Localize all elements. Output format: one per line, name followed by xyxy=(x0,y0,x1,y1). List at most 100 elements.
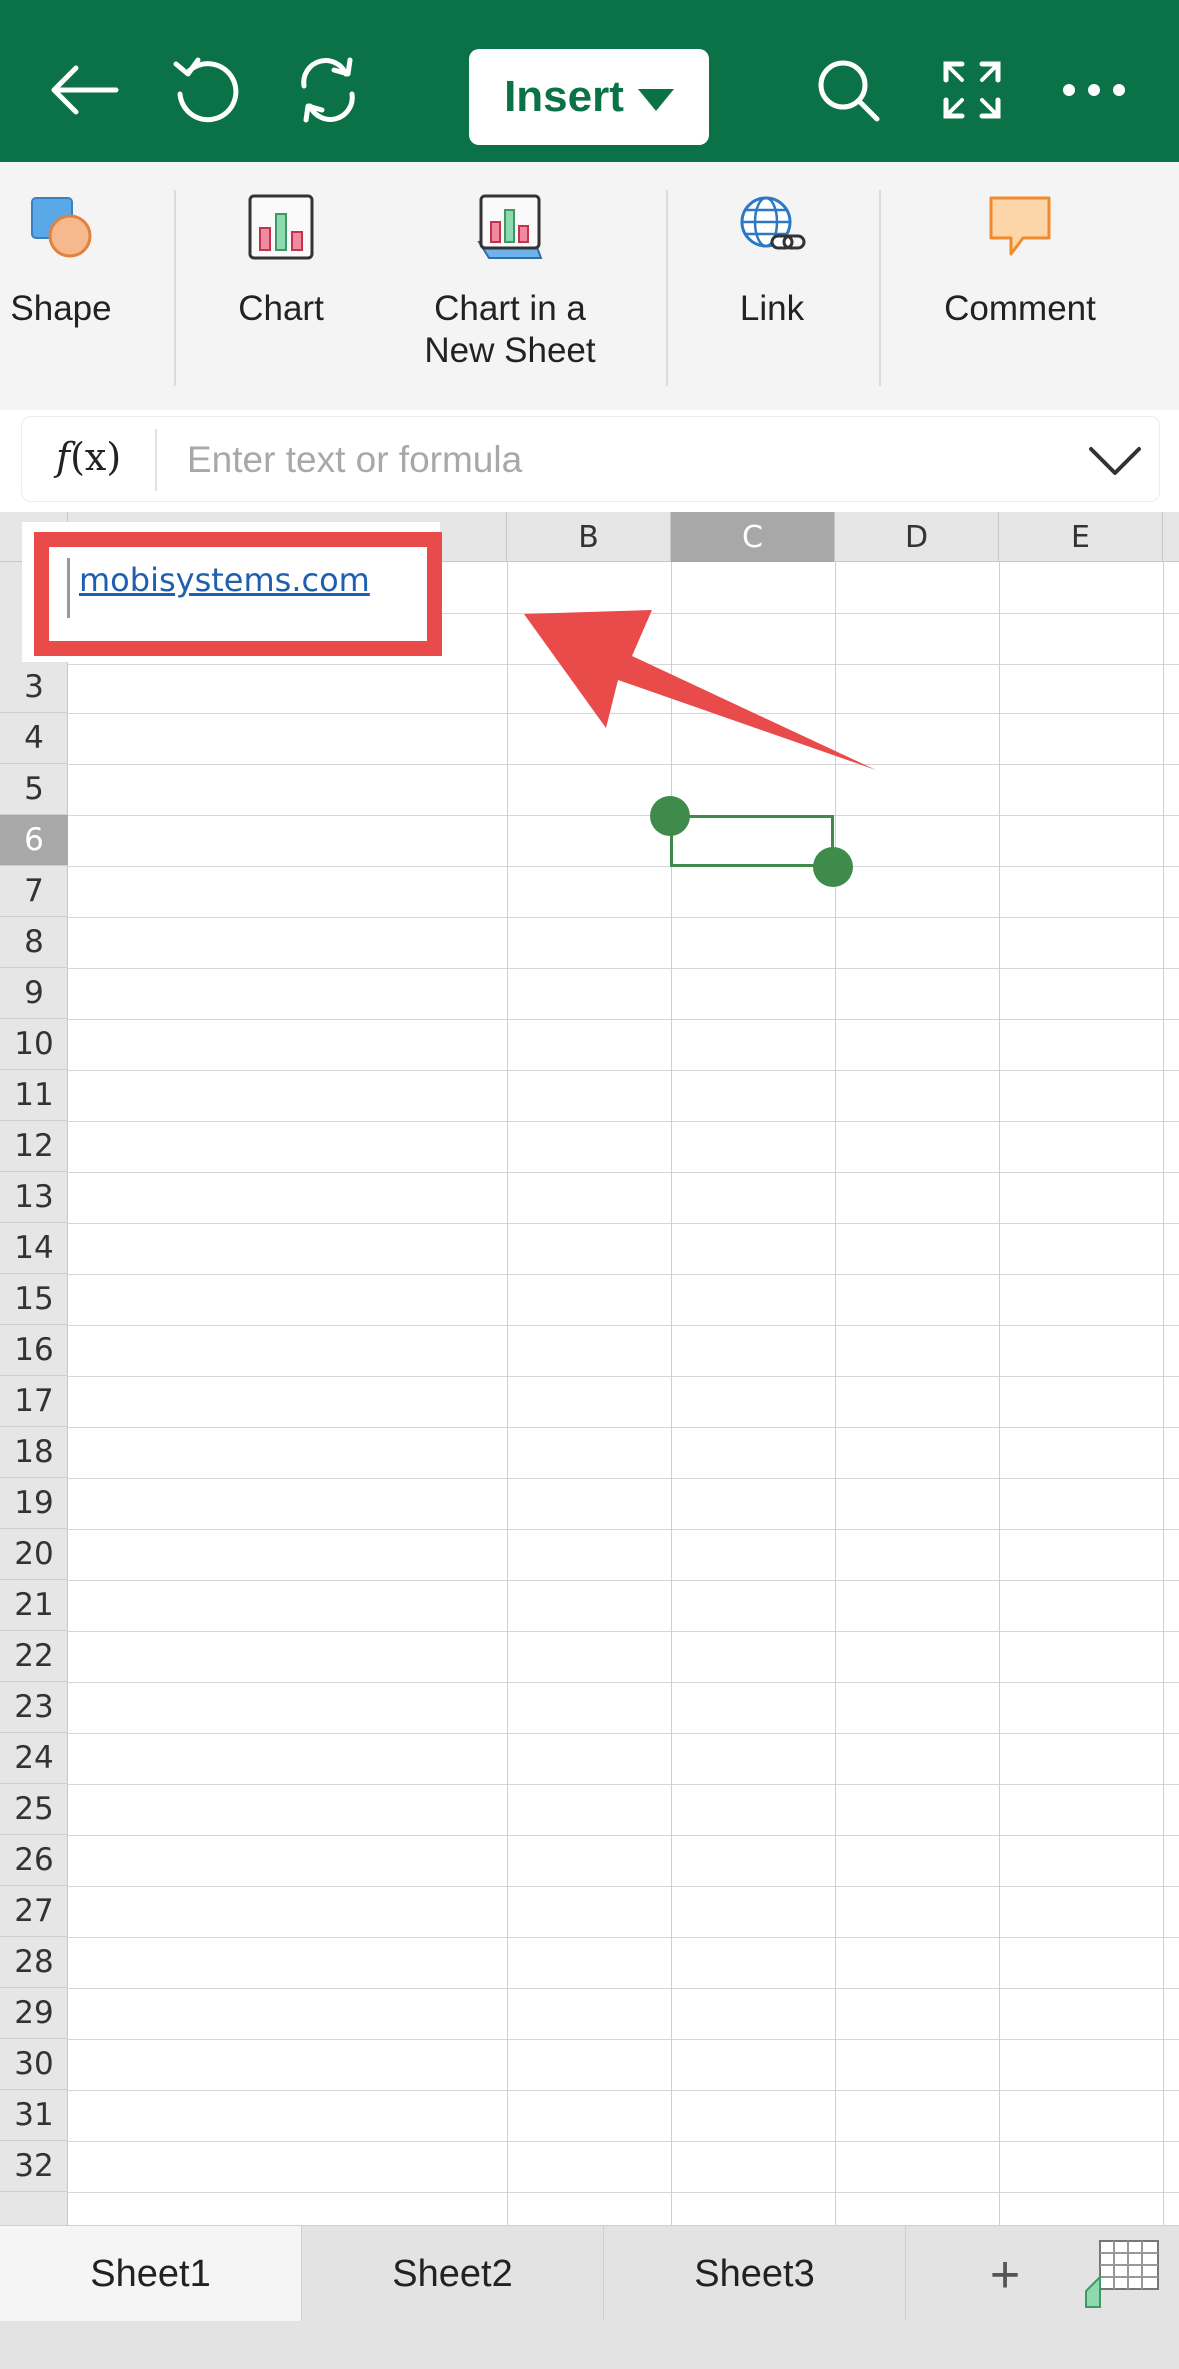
back-arrow-icon xyxy=(51,65,119,115)
undo-button[interactable] xyxy=(156,40,256,140)
row-gridline xyxy=(68,1631,1179,1632)
row-header-4[interactable]: 4 xyxy=(0,713,68,764)
row-header-10[interactable]: 10 xyxy=(0,1019,68,1070)
chart-new-sheet-icon xyxy=(477,194,543,259)
row-gridline xyxy=(68,1325,1179,1326)
row-gridline xyxy=(68,2039,1179,2040)
row-header-30[interactable]: 30 xyxy=(0,2039,68,2090)
hyperlink-text[interactable]: mobisystems.com xyxy=(79,561,370,599)
row-gridline xyxy=(68,1529,1179,1530)
more-button[interactable] xyxy=(1044,40,1144,140)
selected-cell-c6[interactable] xyxy=(670,815,834,867)
column-header-b[interactable]: B xyxy=(507,512,671,562)
sheet-tab-2[interactable]: Sheet2 xyxy=(302,2226,604,2322)
row-gridline xyxy=(68,1274,1179,1275)
row-header-3[interactable]: 3 xyxy=(0,662,68,713)
selection-handle-start[interactable] xyxy=(650,796,690,836)
row-header-26[interactable]: 26 xyxy=(0,1835,68,1886)
row-gridline xyxy=(68,1121,1179,1122)
row-gridline xyxy=(68,866,1179,867)
row-gridline xyxy=(68,1835,1179,1836)
row-gridline xyxy=(68,1988,1179,1989)
row-gridline xyxy=(68,1376,1179,1377)
row-header-12[interactable]: 12 xyxy=(0,1121,68,1172)
chart-icon xyxy=(248,194,314,260)
row-header-17[interactable]: 17 xyxy=(0,1376,68,1427)
insert-ribbon: Shape Chart Chart in a New Sheet Link Co… xyxy=(0,162,1179,410)
ribbon-label: Shape xyxy=(10,289,112,328)
row-header-24[interactable]: 24 xyxy=(0,1733,68,1784)
annotation-arrow-icon xyxy=(524,610,876,770)
row-header-16[interactable]: 16 xyxy=(0,1325,68,1376)
row-gridline xyxy=(68,1172,1179,1173)
row-header-23[interactable]: 23 xyxy=(0,1682,68,1733)
fullscreen-button[interactable] xyxy=(922,40,1022,140)
ribbon-chart-button[interactable]: Chart xyxy=(196,182,366,392)
grid-view-icon[interactable] xyxy=(1082,2237,1162,2311)
function-icon[interactable]: f(x) xyxy=(56,435,121,479)
row-header-32[interactable]: 32 xyxy=(0,2141,68,2192)
text-cursor xyxy=(67,558,70,618)
row-header-28[interactable]: 28 xyxy=(0,1937,68,1988)
row-gridline xyxy=(68,2192,1179,2193)
row-header-14[interactable]: 14 xyxy=(0,1223,68,1274)
ribbon-comment-button[interactable]: Comment xyxy=(910,182,1130,392)
row-gridline xyxy=(68,1733,1179,1734)
add-sheet-button[interactable]: + xyxy=(970,2240,1040,2310)
chevron-down-icon[interactable] xyxy=(1085,435,1145,485)
sheet-tabs: Sheet1 Sheet2 Sheet3 + xyxy=(0,2225,1179,2322)
shape-icon xyxy=(31,197,92,258)
row-header-18[interactable]: 18 xyxy=(0,1427,68,1478)
undo-icon xyxy=(173,57,239,123)
row-header-20[interactable]: 20 xyxy=(0,1529,68,1580)
row-header-31[interactable]: 31 xyxy=(0,2090,68,2141)
row-header-22[interactable]: 22 xyxy=(0,1631,68,1682)
row-header-27[interactable]: 27 xyxy=(0,1886,68,1937)
ribbon-link-button[interactable]: Link xyxy=(692,182,852,392)
formula-bar: f(x) xyxy=(21,416,1160,502)
sheet-tab-1[interactable]: Sheet1 xyxy=(0,2226,302,2322)
divider xyxy=(666,190,668,386)
selection-handle-end[interactable] xyxy=(813,847,853,887)
row-header-6[interactable]: 6 xyxy=(0,815,68,866)
row-header-15[interactable]: 15 xyxy=(0,1274,68,1325)
row-gridline xyxy=(68,1019,1179,1020)
column-gridline xyxy=(835,562,836,2225)
row-gridline xyxy=(68,917,1179,918)
row-gridline xyxy=(68,1784,1179,1785)
row-header-9[interactable]: 9 xyxy=(0,968,68,1019)
row-gridline xyxy=(68,1682,1179,1683)
row-header-5[interactable]: 5 xyxy=(0,764,68,815)
comment-icon xyxy=(989,196,1051,256)
insert-menu-button[interactable]: Insert xyxy=(469,49,709,145)
ribbon-chart-new-sheet-button[interactable]: Chart in a New Sheet xyxy=(390,182,630,392)
row-header-29[interactable]: 29 xyxy=(0,1988,68,2039)
link-icon xyxy=(740,196,806,250)
ribbon-shape-button[interactable]: Shape xyxy=(0,182,122,392)
search-icon xyxy=(818,60,880,122)
row-header-21[interactable]: 21 xyxy=(0,1580,68,1631)
ribbon-label: Link xyxy=(739,289,805,328)
column-gridline xyxy=(1163,562,1164,2225)
sheet-tab-3[interactable]: Sheet3 xyxy=(604,2226,906,2322)
row-gridline xyxy=(68,2141,1179,2142)
column-header-c[interactable]: C xyxy=(671,512,835,562)
row-gridline xyxy=(68,2090,1179,2091)
row-gridline xyxy=(68,1478,1179,1479)
redo-icon xyxy=(301,57,355,123)
row-header-11[interactable]: 11 xyxy=(0,1070,68,1121)
row-header-7[interactable]: 7 xyxy=(0,866,68,917)
divider xyxy=(174,190,176,386)
row-header-19[interactable]: 19 xyxy=(0,1478,68,1529)
row-header-13[interactable]: 13 xyxy=(0,1172,68,1223)
back-button[interactable] xyxy=(34,40,134,140)
row-gridline xyxy=(68,1223,1179,1224)
row-gridline xyxy=(68,1070,1179,1071)
column-header-e[interactable]: E xyxy=(999,512,1163,562)
row-header-25[interactable]: 25 xyxy=(0,1784,68,1835)
search-button[interactable] xyxy=(798,40,898,140)
redo-button[interactable] xyxy=(278,40,378,140)
formula-input[interactable] xyxy=(187,433,1057,487)
row-header-8[interactable]: 8 xyxy=(0,917,68,968)
column-header-d[interactable]: D xyxy=(835,512,999,562)
